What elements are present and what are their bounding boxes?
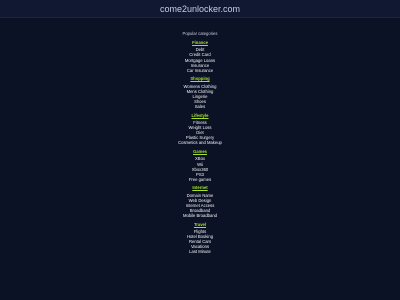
category-finance: Finance Debt Credit Card Mortgage Loans … — [0, 38, 400, 73]
category-lifestyle: Lifestyle Fitness Weight Loss Diet Plast… — [0, 111, 400, 146]
category-title-lifestyle[interactable]: Lifestyle — [192, 113, 209, 118]
link-mobile-broadband[interactable]: Mobile Broadband — [0, 213, 400, 218]
category-internet: Internet Domain Name Web Design Internet… — [0, 183, 400, 218]
intro-text: Popular categories — [182, 31, 218, 36]
top-bar: come2unlocker.com — [0, 0, 400, 18]
link-cosmetics-and-makeup[interactable]: Cosmetics and Makeup — [0, 140, 400, 145]
site-title: come2unlocker.com — [159, 4, 241, 14]
category-title-finance[interactable]: Finance — [192, 40, 208, 45]
category-title-games[interactable]: Games — [193, 149, 207, 154]
category-travel: Travel Flights Hotel Booking Rental Cars… — [0, 220, 400, 255]
category-title-travel[interactable]: Travel — [194, 222, 206, 227]
category-title-internet[interactable]: Internet — [192, 185, 207, 190]
link-free-games[interactable]: Free games — [0, 177, 400, 182]
category-shopping: Shopping Womens Clothing Mens Clothing L… — [0, 74, 400, 109]
category-title-shopping[interactable]: Shopping — [190, 76, 209, 81]
category-games: Games XBox Wii Xbox360 PS3 Free games — [0, 147, 400, 182]
link-last-minute[interactable]: Last Minute — [0, 249, 400, 254]
link-sales[interactable]: Sales — [0, 104, 400, 109]
categories-list: Popular categories Finance Debt Credit C… — [0, 31, 400, 256]
link-car-insurance[interactable]: Car Insurance — [0, 68, 400, 73]
